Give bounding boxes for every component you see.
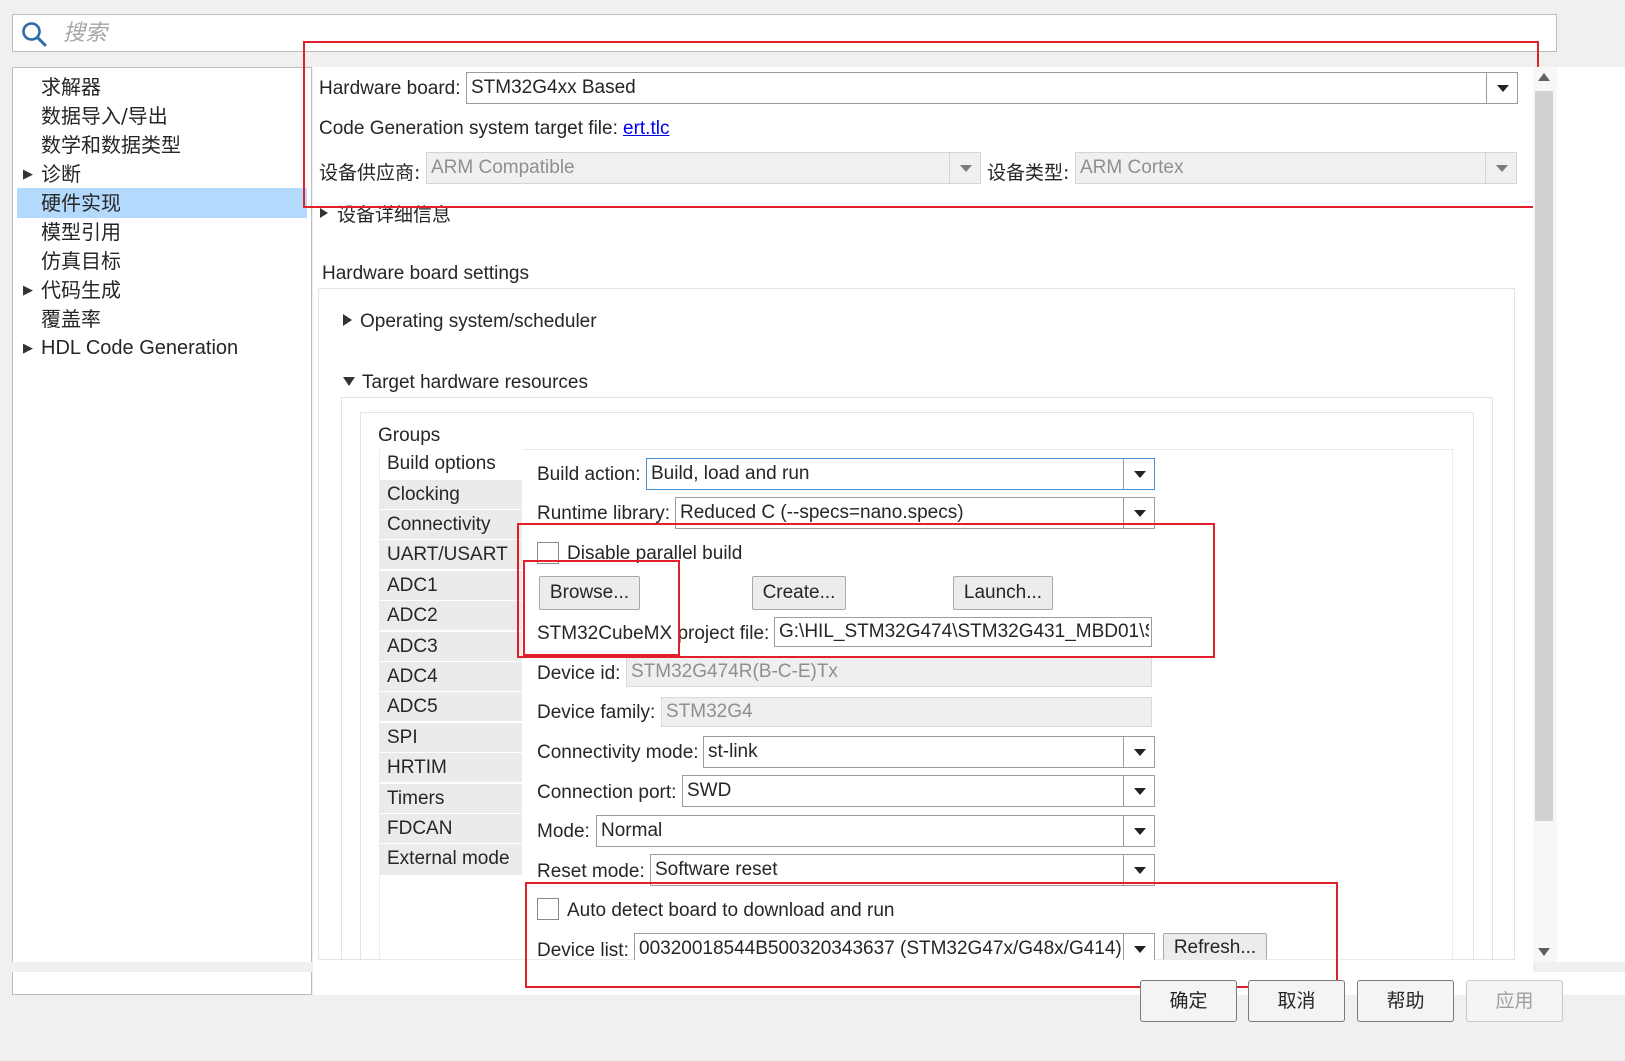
group-tab-uart-usart[interactable]: UART/USART (380, 540, 522, 570)
expand-arrow-icon (343, 314, 352, 326)
device-id-value: STM32G474R(B-C-E)Tx (631, 661, 838, 682)
expand-arrow-icon[interactable]: ▶ (23, 159, 33, 189)
build-action-value: Build, load and run (651, 463, 810, 484)
mode-label: Mode: (537, 821, 590, 842)
help-button[interactable]: 帮助 (1357, 980, 1454, 1022)
connection-port-value: SWD (687, 780, 732, 801)
tree-item-diagnostics[interactable]: ▶ 诊断 (17, 159, 307, 189)
group-tab-adc3[interactable]: ADC3 (380, 632, 522, 662)
tree-item-label: 数学和数据类型 (41, 133, 181, 157)
highlight-box-browse (523, 560, 680, 656)
mode-value: Normal (601, 820, 663, 841)
tree-item-label: 模型引用 (41, 220, 121, 244)
category-tree: 求解器 数据导入/导出 数学和数据类型 ▶ 诊断 硬件实现 模型引用 仿真目标 ▶… (12, 67, 312, 995)
tree-item-label: 仿真目标 (41, 249, 121, 273)
group-tab-connectivity[interactable]: Connectivity (380, 510, 522, 540)
tree-item-code-generation[interactable]: ▶ 代码生成 (17, 275, 307, 305)
scroll-up-icon[interactable] (1538, 73, 1550, 81)
tree-item-label: 求解器 (41, 75, 101, 99)
group-tab-timers[interactable]: Timers (380, 784, 522, 814)
group-tab-build-options[interactable]: Build options (380, 449, 522, 479)
board-settings-title: Hardware board settings (322, 263, 529, 284)
scroll-down-icon[interactable] (1538, 948, 1550, 956)
group-tab-adc5[interactable]: ADC5 (380, 692, 522, 722)
mode-dropdown[interactable]: Normal (596, 815, 1155, 847)
group-tab-hrtim[interactable]: HRTIM (380, 753, 522, 783)
chevron-down-icon[interactable] (1123, 459, 1154, 489)
device-family-label: Device family: (537, 702, 656, 723)
group-tab-external-mode[interactable]: External mode (380, 844, 522, 876)
tree-item-label: 诊断 (41, 162, 81, 186)
reset-mode-label: Reset mode: (537, 861, 645, 882)
connectivity-mode-label: Connectivity mode: (537, 742, 699, 763)
reset-mode-value: Software reset (655, 859, 778, 880)
groups-label: Groups (378, 425, 441, 446)
tree-item-math-data-types[interactable]: 数学和数据类型 (17, 130, 307, 160)
runtime-library-value: Reduced C (--specs=nano.specs) (680, 502, 964, 523)
expand-arrow-icon[interactable]: ▶ (23, 333, 33, 363)
build-action-label: Build action: (537, 464, 641, 485)
highlight-box-hardware (303, 41, 1539, 208)
group-tab-spi[interactable]: SPI (380, 723, 522, 753)
expand-arrow-icon[interactable]: ▶ (23, 275, 33, 305)
group-tab-fdcan[interactable]: FDCAN (380, 814, 522, 844)
connection-port-label: Connection port: (537, 782, 677, 803)
tree-item-solver[interactable]: 求解器 (17, 72, 307, 102)
tree-item-hdl-code-generation[interactable]: ▶ HDL Code Generation (17, 333, 307, 363)
collapse-arrow-icon (343, 377, 355, 386)
connectivity-mode-value: st-link (708, 741, 758, 762)
search-icon (22, 22, 47, 47)
group-tab-clocking[interactable]: Clocking (380, 480, 522, 510)
tree-item-label: 覆盖率 (41, 307, 101, 331)
tree-item-data-import-export[interactable]: 数据导入/导出 (17, 101, 307, 131)
os-scheduler-toggle[interactable]: Operating system/scheduler (343, 311, 597, 333)
chevron-down-icon[interactable] (1123, 776, 1154, 806)
vertical-scrollbar[interactable] (1533, 67, 1557, 962)
chevron-down-icon[interactable] (1123, 737, 1154, 767)
expand-arrow-icon (320, 208, 328, 218)
ok-button[interactable]: 确定 (1140, 980, 1237, 1022)
device-family-value: STM32G4 (666, 701, 753, 722)
device-id-field: STM32G474R(B-C-E)Tx (626, 657, 1152, 687)
tree-item-coverage[interactable]: 覆盖率 (17, 304, 307, 334)
highlight-box-device-list (525, 882, 1338, 988)
cancel-button[interactable]: 取消 (1248, 980, 1345, 1022)
device-family-field: STM32G4 (661, 697, 1152, 727)
chevron-down-icon[interactable] (1123, 855, 1154, 885)
runtime-library-label: Runtime library: (537, 503, 671, 524)
target-hardware-toggle[interactable]: Target hardware resources (343, 372, 588, 394)
target-hardware-label: Target hardware resources (362, 372, 588, 393)
tree-item-label: 代码生成 (41, 278, 121, 302)
chevron-down-icon[interactable] (1123, 816, 1154, 846)
tree-item-label: 硬件实现 (41, 191, 121, 215)
tree-item-simulation-target[interactable]: 仿真目标 (17, 246, 307, 276)
group-tab-adc1[interactable]: ADC1 (380, 571, 522, 601)
scrollbar-thumb[interactable] (1535, 91, 1553, 821)
tree-item-hardware-implementation[interactable]: 硬件实现 (17, 188, 307, 218)
build-action-dropdown[interactable]: Build, load and run (646, 458, 1155, 490)
group-tab-adc4[interactable]: ADC4 (380, 662, 522, 692)
group-tab-adc2[interactable]: ADC2 (380, 601, 522, 631)
connection-port-dropdown[interactable]: SWD (682, 775, 1155, 807)
tree-item-model-reference[interactable]: 模型引用 (17, 217, 307, 247)
os-scheduler-label: Operating system/scheduler (360, 311, 597, 332)
connectivity-mode-dropdown[interactable]: st-link (703, 736, 1155, 768)
apply-button[interactable]: 应用 (1466, 980, 1563, 1022)
tree-item-label: HDL Code Generation (41, 337, 239, 359)
tree-item-label: 数据导入/导出 (41, 104, 168, 128)
device-id-label: Device id: (537, 663, 621, 684)
